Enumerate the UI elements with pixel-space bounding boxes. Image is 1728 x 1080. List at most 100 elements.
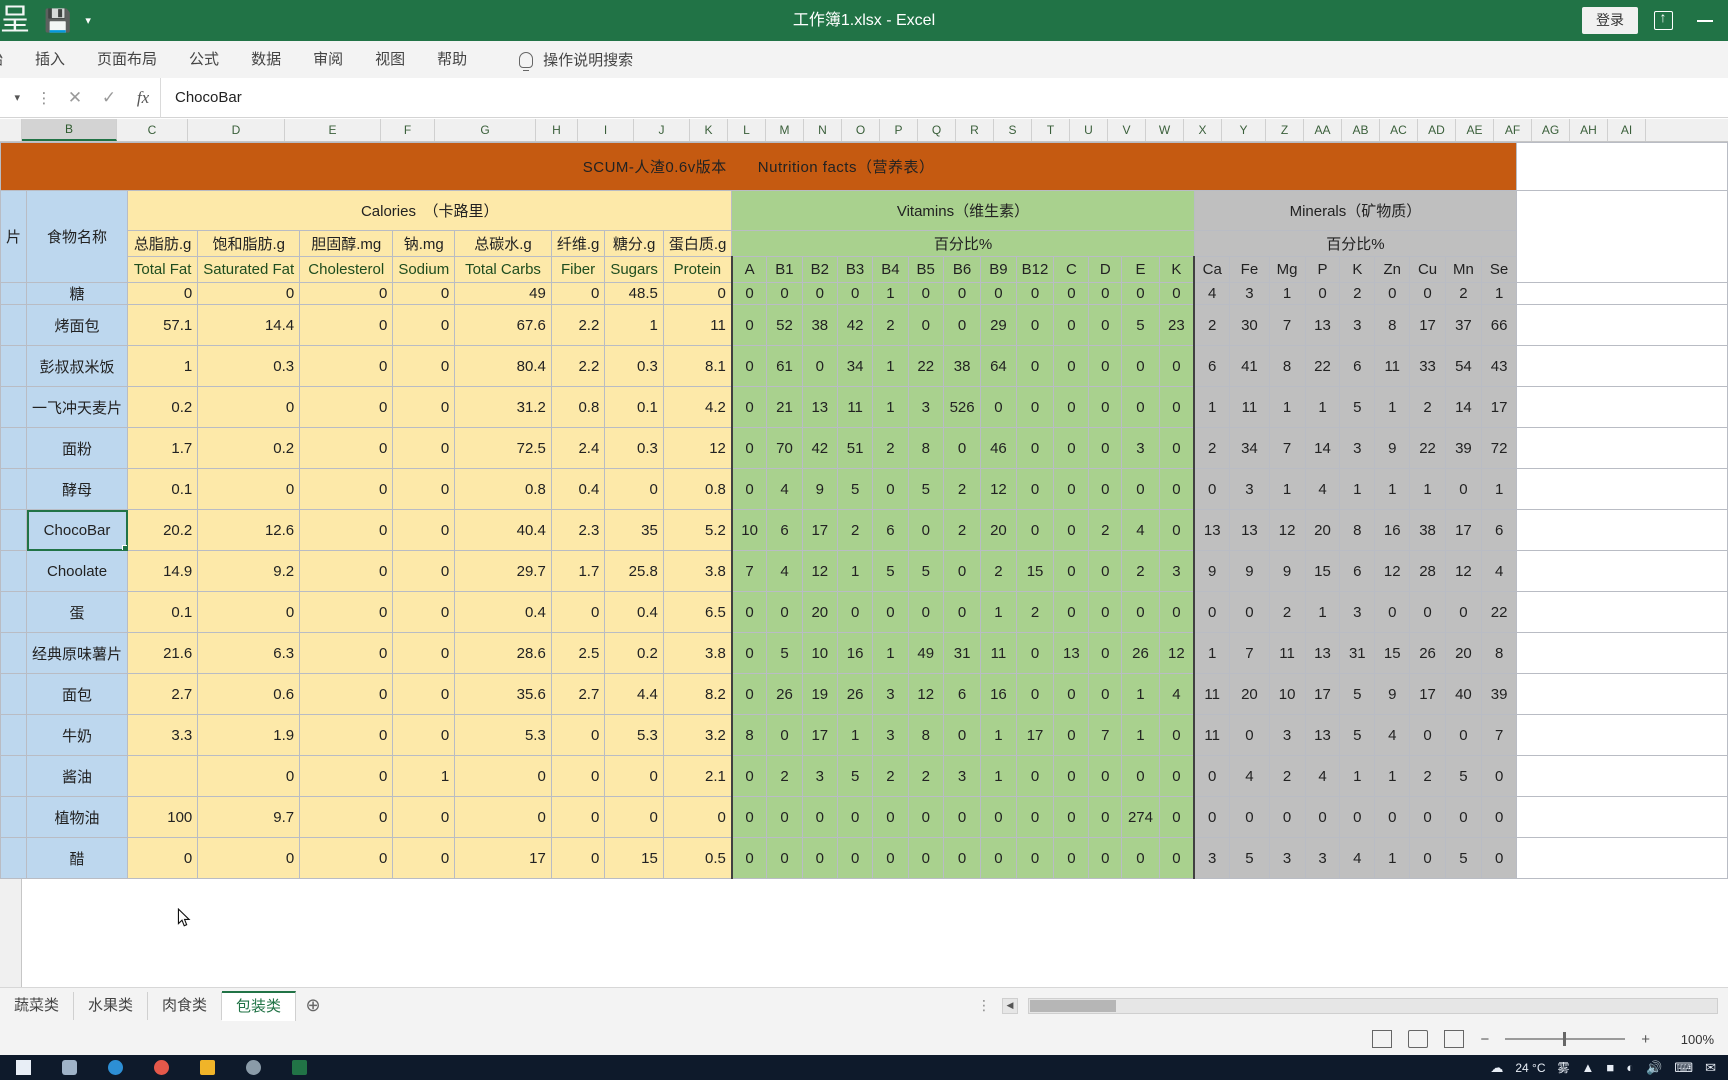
row-stub[interactable] <box>0 755 28 797</box>
row-stub[interactable] <box>0 282 28 305</box>
mineral-cell[interactable]: 7 <box>1229 632 1270 674</box>
calorie-cell[interactable]: 0.5 <box>662 837 733 879</box>
column-header-M[interactable]: M <box>766 119 804 141</box>
vitamin-cell[interactable]: 13 <box>801 386 838 428</box>
vitamin-cell[interactable]: 12 <box>907 673 944 715</box>
calorie-cell[interactable]: 6.3 <box>197 632 301 674</box>
calorie-cell[interactable]: 0 <box>392 468 456 510</box>
vitamin-cell[interactable]: 1 <box>836 714 874 756</box>
vitamin-cell[interactable]: 1 <box>980 591 1017 633</box>
calorie-cell[interactable]: 2.1 <box>662 755 733 797</box>
vitamin-cell[interactable]: 6 <box>942 673 982 715</box>
vitamin-cell[interactable]: 0 <box>872 591 909 633</box>
vitamin-cell[interactable]: 17 <box>1015 714 1055 756</box>
calorie-cell[interactable]: 2.2 <box>550 345 606 387</box>
mineral-cell[interactable]: 8 <box>1480 632 1518 674</box>
zoom-slider-thumb[interactable] <box>1563 1032 1567 1046</box>
calorie-cell[interactable]: 0.6 <box>197 673 301 715</box>
calorie-cell[interactable]: 2.5 <box>550 632 606 674</box>
mineral-cell[interactable]: 30 <box>1229 304 1270 346</box>
calorie-cell[interactable]: 0 <box>299 550 394 592</box>
ribbon-display-options-icon[interactable] <box>1646 7 1680 35</box>
calorie-cell[interactable]: 12 <box>662 427 733 469</box>
row-stub[interactable] <box>0 468 28 510</box>
calorie-cell[interactable]: 14.4 <box>197 304 301 346</box>
empty-cell[interactable] <box>1516 386 1728 428</box>
empty-cell[interactable] <box>1516 509 1728 551</box>
mineral-cell[interactable]: 5 <box>1339 673 1376 715</box>
vitamin-cell[interactable]: 0 <box>801 282 838 305</box>
calorie-cell[interactable]: 0 <box>604 796 664 838</box>
browser-icon[interactable] <box>92 1055 138 1080</box>
vitamin-cell[interactable]: 0 <box>801 837 838 879</box>
empty-cell[interactable] <box>1516 282 1728 305</box>
vitamin-cell[interactable]: 3 <box>801 755 838 797</box>
mineral-cell[interactable]: 39 <box>1480 673 1518 715</box>
mineral-cell[interactable]: 1 <box>1304 386 1341 428</box>
page-layout-icon[interactable] <box>1408 1030 1429 1048</box>
ribbon-tab-help[interactable]: 帮助 <box>421 41 483 78</box>
vitamin-cell[interactable]: 0 <box>1121 468 1160 510</box>
calorie-cell[interactable]: 0.2 <box>604 632 664 674</box>
vitamin-cell[interactable]: 31 <box>942 632 982 674</box>
food-name-cell[interactable]: 醋 <box>26 837 129 879</box>
vitamin-cell[interactable]: 0 <box>730 468 768 510</box>
vitamin-cell[interactable]: 0 <box>730 345 768 387</box>
column-header-AB[interactable]: AB <box>1342 119 1380 141</box>
row-stub[interactable] <box>0 509 28 551</box>
vitamin-cell[interactable]: 0 <box>872 796 909 838</box>
mineral-cell[interactable]: 1 <box>1374 386 1411 428</box>
vitamin-cell[interactable]: 0 <box>872 837 909 879</box>
mineral-cell[interactable]: 3 <box>1193 837 1231 879</box>
media-icon[interactable] <box>230 1055 276 1080</box>
calorie-cell[interactable]: 0.3 <box>604 427 664 469</box>
calorie-cell[interactable]: 4.2 <box>662 386 733 428</box>
mineral-cell[interactable]: 11 <box>1268 632 1306 674</box>
vitamin-cell[interactable]: 0 <box>872 468 909 510</box>
calorie-cell[interactable]: 0 <box>392 427 456 469</box>
vitamin-cell[interactable]: 2 <box>766 755 803 797</box>
vitamin-cell[interactable]: 0 <box>1015 304 1055 346</box>
scroll-left-icon[interactable]: ◀ <box>1002 997 1018 1014</box>
calorie-cell[interactable] <box>127 755 199 797</box>
row-stub[interactable] <box>0 304 28 346</box>
vitamin-cell[interactable]: 0 <box>730 386 768 428</box>
mineral-cell[interactable]: 0 <box>1480 837 1518 879</box>
tab-split-grip[interactable]: ⋮ <box>977 997 992 1014</box>
calorie-cell[interactable]: 100 <box>127 796 199 838</box>
row-stub[interactable] <box>0 591 28 633</box>
vitamin-cell[interactable]: 0 <box>836 282 874 305</box>
calorie-cell[interactable]: 1 <box>392 755 456 797</box>
insert-function-icon[interactable]: fx <box>126 88 160 108</box>
calorie-cell[interactable]: 0 <box>197 282 301 305</box>
calorie-cell[interactable]: 0.2 <box>127 386 199 428</box>
vitamin-cell[interactable]: 0 <box>836 837 874 879</box>
vitamin-cell[interactable]: 0 <box>907 304 944 346</box>
vitamin-cell[interactable]: 0 <box>1053 282 1090 305</box>
vitamin-cell[interactable]: 2 <box>872 427 909 469</box>
mineral-cell[interactable]: 17 <box>1304 673 1341 715</box>
mineral-cell[interactable]: 26 <box>1409 632 1446 674</box>
mineral-cell[interactable]: 0 <box>1304 796 1341 838</box>
vitamin-cell[interactable]: 2 <box>942 509 982 551</box>
calorie-cell[interactable]: 1 <box>604 304 664 346</box>
calorie-cell[interactable]: 4.4 <box>604 673 664 715</box>
empty-cell[interactable] <box>1516 673 1728 715</box>
zoom-slider[interactable] <box>1505 1032 1626 1046</box>
calorie-cell[interactable]: 25.8 <box>604 550 664 592</box>
table-row[interactable]: 糖 0 0 0 0 49 0 48.5 0 0 0 0 0 1 0 0 0 0 0 0 0 0 4 3 1 0 2 0 0 2 1 <box>0 282 1728 305</box>
table-row[interactable]: 经典原味薯片 21.6 6.3 0 0 28.6 2.5 0.2 3.8 0 5 10 16 1 49 31 1… <box>0 632 1728 674</box>
mineral-cell[interactable]: 1 <box>1374 468 1411 510</box>
vitamin-cell[interactable]: 2 <box>872 755 909 797</box>
vitamin-cell[interactable]: 5 <box>907 550 944 592</box>
calorie-cell[interactable]: 15 <box>604 837 664 879</box>
mineral-cell[interactable]: 0 <box>1229 796 1270 838</box>
nutrition-table[interactable]: SCUM-人渣0.6v版本 Nutrition facts（营养表） 片 食物名… <box>0 142 1728 879</box>
calorie-cell[interactable]: 0 <box>392 386 456 428</box>
vitamin-cell[interactable]: 0 <box>1053 304 1090 346</box>
vitamin-cell[interactable]: 7 <box>1088 714 1123 756</box>
calorie-cell[interactable]: 0 <box>127 282 199 305</box>
vitamin-cell[interactable]: 8 <box>907 427 944 469</box>
calorie-cell[interactable]: 0 <box>299 673 394 715</box>
table-row[interactable]: 酱油 0 0 1 0 0 0 2.1 0 2 3 5 2 2 3 1 0 0 0 0 0 0 4 2 4 1 1 2 5 0 <box>0 755 1728 797</box>
